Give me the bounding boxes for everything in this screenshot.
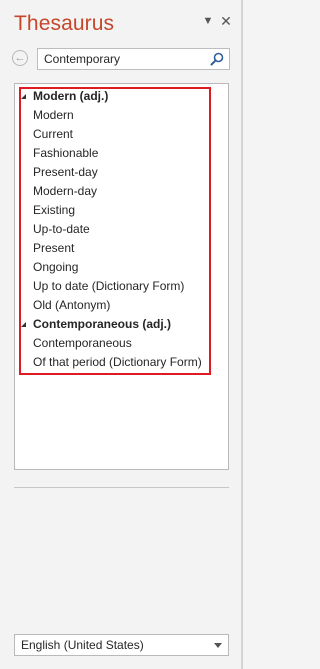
- result-item[interactable]: Contemporaneous: [33, 334, 132, 352]
- result-heading[interactable]: Contemporaneous (adj.): [33, 315, 171, 333]
- result-item[interactable]: Of that period (Dictionary Form): [33, 353, 202, 371]
- result-item[interactable]: Fashionable: [33, 144, 98, 162]
- pane-title: Thesaurus: [14, 12, 115, 35]
- result-item[interactable]: Up-to-date: [33, 220, 90, 238]
- search-icon[interactable]: [210, 52, 224, 66]
- collapse-triangle-icon[interactable]: [21, 322, 26, 327]
- result-item[interactable]: Modern: [33, 106, 74, 124]
- result-item[interactable]: Old (Antonym): [33, 296, 110, 314]
- language-select[interactable]: English (United States): [14, 634, 229, 656]
- dropdown-arrow-icon: [214, 643, 222, 648]
- results-list: Modern (adj.) Modern Current Fashionable Pre…: [14, 83, 229, 470]
- collapse-triangle-icon[interactable]: [21, 94, 26, 99]
- back-arrow-icon[interactable]: ←: [12, 50, 28, 66]
- result-item[interactable]: Current: [33, 125, 73, 143]
- result-item[interactable]: Modern-day: [33, 182, 97, 200]
- result-heading[interactable]: Modern (adj.): [33, 87, 108, 105]
- result-item[interactable]: Existing: [33, 201, 75, 219]
- chevron-down-icon[interactable]: ▼: [201, 14, 215, 28]
- divider: [14, 487, 229, 488]
- close-icon[interactable]: ✕: [219, 13, 233, 29]
- result-item[interactable]: Ongoing: [33, 258, 78, 276]
- result-item[interactable]: Present: [33, 239, 74, 257]
- thesaurus-pane: Thesaurus ▼ ✕ ← Modern (adj.)ModernCurre…: [0, 0, 243, 669]
- language-value: English (United States): [21, 638, 144, 652]
- search-input[interactable]: [44, 51, 204, 67]
- search-box[interactable]: [37, 48, 230, 70]
- result-item[interactable]: Present-day: [33, 163, 98, 181]
- result-item[interactable]: Up to date (Dictionary Form): [33, 277, 184, 295]
